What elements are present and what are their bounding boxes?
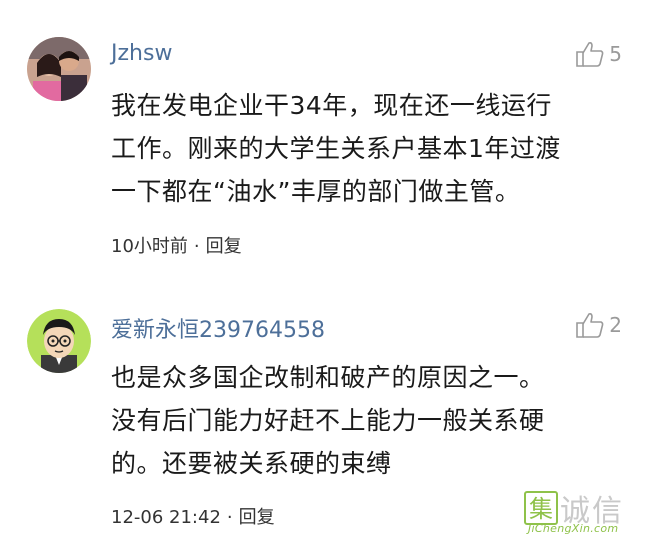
comment-meta: 10小时前 · 回复 <box>111 232 242 258</box>
comment-line: 一下都在“油水”丰厚的部门做主管。 <box>111 177 521 206</box>
reply-button[interactable]: 回复 <box>239 507 275 528</box>
username[interactable]: 爱新永恒239764558 <box>111 312 325 344</box>
avatar-cartoon-icon <box>27 309 91 373</box>
avatar[interactable] <box>27 37 91 101</box>
watermark: 集 诚信 JiChengXin.com <box>524 486 642 536</box>
watermark-box: 集 <box>524 491 558 525</box>
comment-line: 没有后门能力好赶不上能力一般关系硬 <box>111 406 545 435</box>
like-count: 5 <box>609 42 622 66</box>
timestamp: 10小时前 <box>111 236 188 257</box>
like-button[interactable]: 5 <box>575 40 622 68</box>
comment-line: 的。还要被关系硬的束缚 <box>111 449 392 478</box>
comment-line: 我在发电企业干34年，现在还一线运行 <box>111 91 552 120</box>
like-count: 2 <box>609 313 622 337</box>
comment-text: 我在发电企业干34年，现在还一线运行 工作。刚来的大学生关系户基本1年过渡 一下… <box>111 84 626 213</box>
comment-text: 也是众多国企改制和破产的原因之一。 没有后门能力好赶不上能力一般关系硬 的。还要… <box>111 356 626 485</box>
avatar-photo-icon <box>27 37 91 101</box>
thumbs-up-icon <box>576 313 604 338</box>
watermark-url: JiChengXin.com <box>528 522 619 535</box>
comment-line: 工作。刚来的大学生关系户基本1年过渡 <box>111 134 561 163</box>
thumbs-up-icon <box>576 42 604 67</box>
separator-dot: · <box>193 236 200 257</box>
comment-line: 也是众多国企改制和破产的原因之一。 <box>111 363 545 392</box>
reply-button[interactable]: 回复 <box>206 236 242 257</box>
separator-dot: · <box>226 507 233 528</box>
comment-meta: 12-06 21:42 · 回复 <box>111 503 275 529</box>
username[interactable]: Jzhsw <box>111 41 172 66</box>
avatar[interactable] <box>27 309 91 373</box>
comment-item: Jzhsw 5 我在发电企业干34年，现在还一线运行 工作。刚来的大学生关系户基… <box>0 0 650 270</box>
timestamp: 12-06 21:42 <box>111 507 221 528</box>
like-button[interactable]: 2 <box>575 311 622 339</box>
